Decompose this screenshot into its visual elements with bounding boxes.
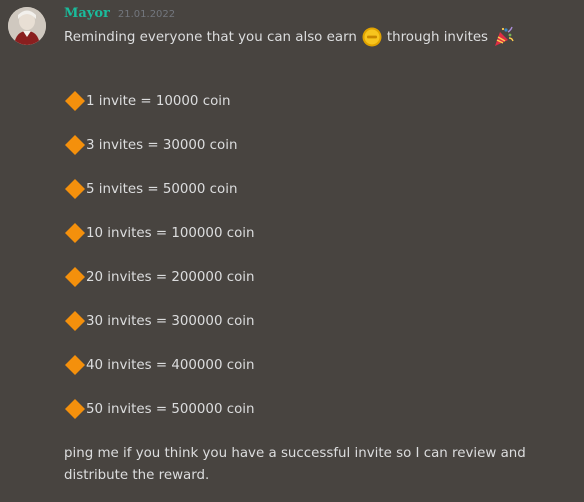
orange-diamond-icon <box>64 178 86 200</box>
coin-icon <box>362 27 382 47</box>
reward-text: 5 invites = 50000 coin <box>86 181 238 197</box>
reward-text: 10 invites = 100000 coin <box>86 225 255 241</box>
reward-item: 30 invites = 300000 coin <box>64 310 254 332</box>
reward-text: 20 invites = 200000 coin <box>86 269 255 285</box>
party-popper-icon <box>492 26 514 48</box>
timestamp: 21.01.2022 <box>117 9 176 20</box>
username[interactable]: Mayor <box>64 6 110 21</box>
reward-item: 5 invites = 50000 coin <box>64 178 254 200</box>
reward-text: 3 invites = 30000 coin <box>86 137 238 153</box>
reward-text: 50 invites = 500000 coin <box>86 401 255 417</box>
orange-diamond-icon <box>64 90 86 112</box>
orange-diamond-icon <box>64 266 86 288</box>
reward-item: 3 invites = 30000 coin <box>64 134 254 156</box>
reward-item: 1 invite = 10000 coin <box>64 90 254 112</box>
avatar-image <box>8 7 46 45</box>
reward-item: 20 invites = 200000 coin <box>64 266 254 288</box>
message-header: Mayor 21.01.2022 <box>64 6 175 24</box>
intro-text-end: through invites <box>386 29 489 45</box>
reward-text: 40 invites = 400000 coin <box>86 357 255 373</box>
reward-text: 30 invites = 300000 coin <box>86 313 255 329</box>
avatar[interactable] <box>8 7 46 45</box>
message-intro: Reminding everyone that you can also ear… <box>64 25 514 49</box>
reward-item: 40 invites = 400000 coin <box>64 354 254 376</box>
closing-text: ping me if you think you have a successf… <box>64 446 526 483</box>
orange-diamond-icon <box>64 398 86 420</box>
reward-text: 1 invite = 10000 coin <box>86 93 231 109</box>
orange-diamond-icon <box>64 134 86 156</box>
orange-diamond-icon <box>64 354 86 376</box>
reward-item: 50 invites = 500000 coin <box>64 398 254 420</box>
reward-item: 10 invites = 100000 coin <box>64 222 254 244</box>
reward-list: 1 invite = 10000 coin 3 invites = 30000 … <box>64 90 254 442</box>
orange-diamond-icon <box>64 222 86 244</box>
intro-text: Reminding everyone that you can also ear… <box>64 29 357 45</box>
orange-diamond-icon <box>64 310 86 332</box>
